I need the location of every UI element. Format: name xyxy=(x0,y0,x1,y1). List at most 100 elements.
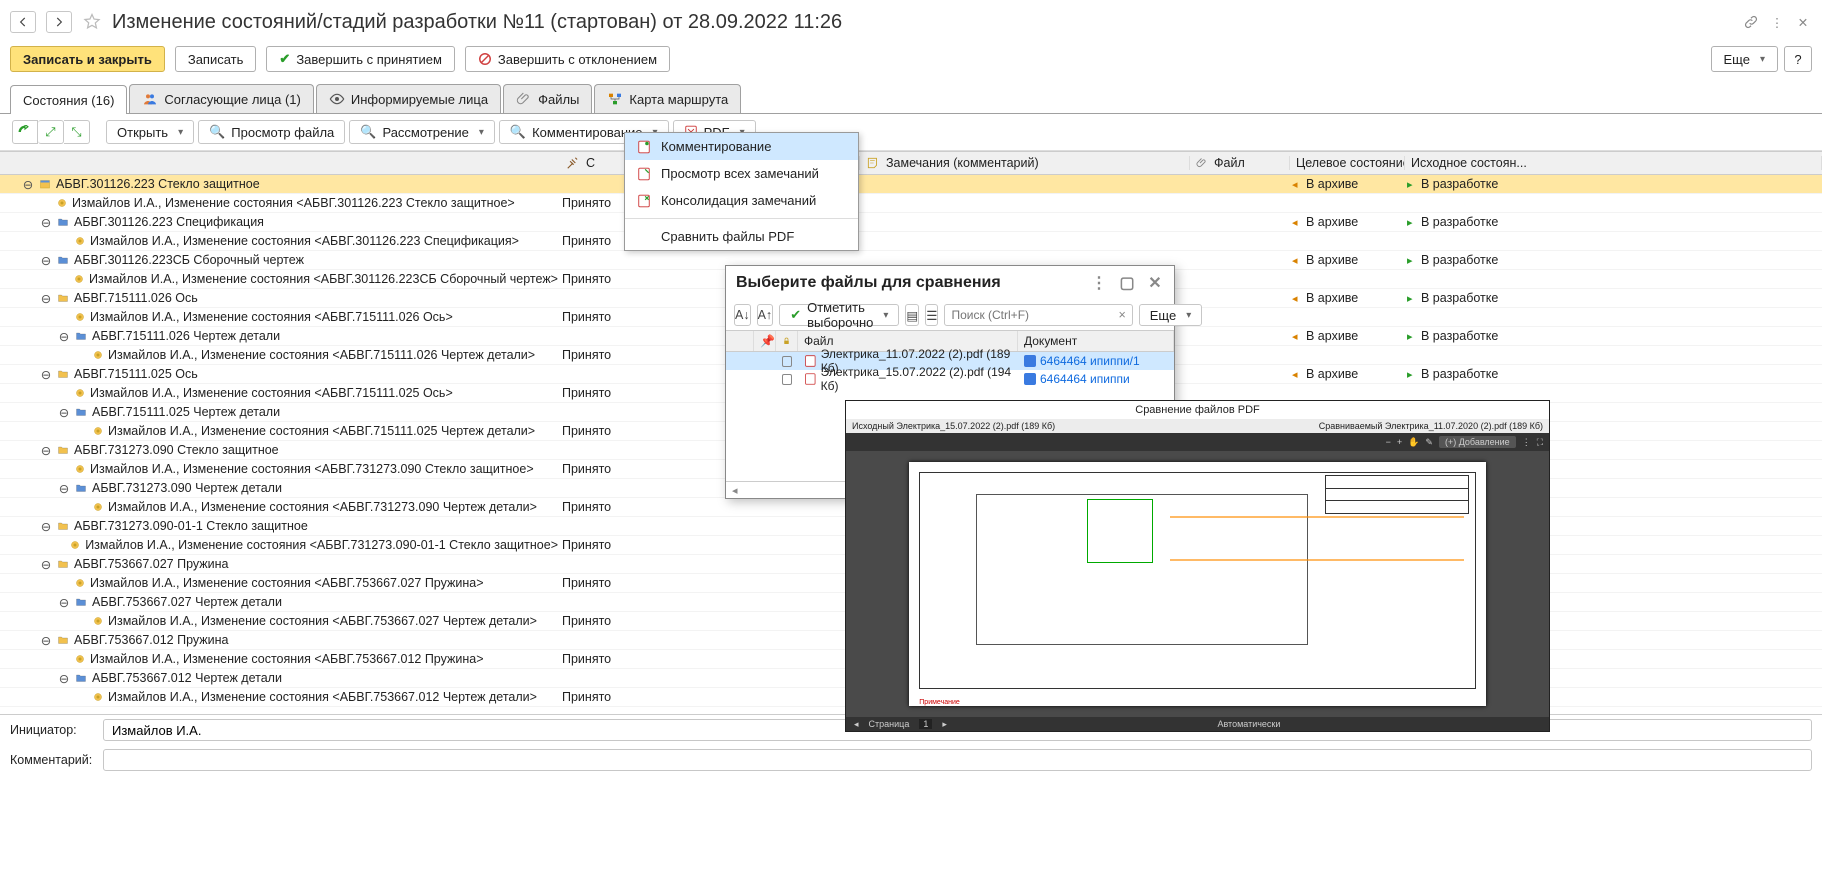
dlg-row-check[interactable] xyxy=(776,374,798,385)
expander-icon[interactable]: ⊖ xyxy=(58,671,70,686)
table-row[interactable]: ⊖АБВГ.301126.223 Спецификация◂ В архиве▸… xyxy=(0,213,1822,232)
dlg-search[interactable]: × xyxy=(944,304,1132,326)
cell-status: Принято xyxy=(560,614,860,628)
tab-files[interactable]: Файлы xyxy=(503,84,592,113)
note-icon xyxy=(866,156,880,170)
pdfcmp-title: Сравнение файлов PDF xyxy=(1135,404,1259,416)
approve-button[interactable]: ✔Завершить с принятием xyxy=(266,46,454,72)
save-button[interactable]: Записать xyxy=(175,46,257,72)
more-vert-icon[interactable]: ⋮ xyxy=(1768,13,1786,31)
expander-icon[interactable]: ⊖ xyxy=(58,481,70,496)
reject-button[interactable]: Завершить с отклонением xyxy=(465,46,670,72)
pdfcmp-prev-page[interactable]: ◂ xyxy=(854,719,859,730)
menu-view-all-remarks[interactable]: Просмотр всех замечаний xyxy=(625,160,858,187)
cell-source-state: ▸ В разработке xyxy=(1405,291,1822,305)
pdfcmp-add-button[interactable]: (+) Добавление xyxy=(1439,436,1516,448)
expander-icon[interactable]: ⊖ xyxy=(40,291,52,306)
expander-icon[interactable]: ⊖ xyxy=(40,367,52,382)
cell-status: Принято xyxy=(560,538,860,552)
refresh-button[interactable] xyxy=(12,120,38,144)
dlg-col-check[interactable] xyxy=(726,331,754,351)
menu-compare-pdf[interactable]: Сравнить файлы PDF xyxy=(625,223,858,250)
comment-field[interactable] xyxy=(103,749,1812,771)
expander-icon[interactable]: ⊖ xyxy=(22,177,34,192)
dlg-row[interactable]: Электрика_15.07.2022 (2).pdf (194 Кб) 64… xyxy=(726,370,1174,388)
pdfcmp-tool-more[interactable]: ⋮ xyxy=(1522,437,1531,448)
tree-collapse-button[interactable]: ⤡ xyxy=(64,120,90,144)
pdfcmp-page-num[interactable]: 1 xyxy=(919,719,932,729)
more-button[interactable]: Еще xyxy=(1711,46,1778,72)
favorite-icon[interactable] xyxy=(82,12,102,32)
close-icon[interactable]: ✕ xyxy=(1794,13,1812,31)
expander-icon[interactable]: ⊖ xyxy=(40,633,52,648)
pdfcmp-zoom-mode[interactable]: Автоматически xyxy=(1217,719,1280,729)
menu-commenting[interactable]: Комментирование xyxy=(625,133,858,160)
comment-label: Комментарий: xyxy=(10,753,95,767)
col-target-state[interactable]: Целевое состояние xyxy=(1290,156,1405,170)
back-button[interactable] xyxy=(10,11,36,33)
pdfcmp-tool-zoom-in[interactable]: + xyxy=(1397,437,1402,447)
expander-icon[interactable]: ⊖ xyxy=(40,443,52,458)
dlg-tree-view[interactable]: ☰ xyxy=(925,304,938,326)
table-row[interactable]: Измайлов И.А., Изменение состояния <АБВГ… xyxy=(0,194,1822,213)
table-row[interactable]: ⊖АБВГ.301126.223 Стекло защитное◂ В архи… xyxy=(0,175,1822,194)
col-remarks[interactable]: Замечания (комментарий) xyxy=(860,156,1190,170)
row-label: Измайлов И.А., Изменение состояния <АБВГ… xyxy=(108,348,535,362)
cell-target-state: ◂ В архиве xyxy=(1290,253,1405,267)
dlg-row-document[interactable]: 6464464 ипиппи xyxy=(1018,372,1174,386)
pdfcmp-page: Примечание xyxy=(909,462,1485,707)
tab-route[interactable]: Карта маршрута xyxy=(594,84,741,113)
dlg-scroll-left[interactable]: ◂ xyxy=(732,484,738,497)
pdfcmp-tool-zoom-out[interactable]: − xyxy=(1386,437,1391,447)
col-file[interactable]: Файл xyxy=(1190,156,1290,170)
dlg-mark-selective[interactable]: ✔Отметить выборочно xyxy=(779,304,899,326)
dlg-card-view[interactable]: ▤ xyxy=(905,304,919,326)
save-close-button[interactable]: Записать и закрыть xyxy=(10,46,165,72)
cell-target-state: ◂ В архиве xyxy=(1290,367,1405,381)
expander-icon[interactable]: ⊖ xyxy=(58,405,70,420)
dlg-col-doc[interactable]: Документ xyxy=(1018,331,1174,351)
expander-icon[interactable]: ⊖ xyxy=(58,329,70,344)
pdfcmp-tool-max[interactable]: ⛶ xyxy=(1537,437,1543,448)
tab-informed[interactable]: Информируемые лица xyxy=(316,84,501,113)
dlg-more-button[interactable]: Еще xyxy=(1139,304,1202,326)
row-label: Измайлов И.А., Изменение состояния <АБВГ… xyxy=(90,234,519,248)
table-row[interactable]: Измайлов И.А., Изменение состояния <АБВГ… xyxy=(0,232,1822,251)
open-button[interactable]: Открыть xyxy=(106,120,194,144)
pdfcmp-tool-pen[interactable]: ✎ xyxy=(1425,437,1433,448)
expander-icon[interactable]: ⊖ xyxy=(40,253,52,268)
dlg-row-check[interactable] xyxy=(776,356,798,367)
link-icon[interactable] xyxy=(1742,13,1760,31)
dlg-close-icon[interactable]: ✕ xyxy=(1146,274,1164,292)
forward-button[interactable] xyxy=(46,11,72,33)
dlg-sort-asc[interactable]: A↓ xyxy=(734,304,751,326)
dlg-detach-icon[interactable]: ▢ xyxy=(1118,274,1136,292)
dlg-col-pin[interactable]: 📌 xyxy=(754,331,776,351)
expander-icon[interactable]: ⊖ xyxy=(58,595,70,610)
dlg-more-icon[interactable]: ⋮ xyxy=(1090,274,1108,292)
expander-icon[interactable]: ⊖ xyxy=(40,519,52,534)
dlg-search-input[interactable] xyxy=(945,308,1112,322)
preview-button[interactable]: 🔍Просмотр файла xyxy=(198,120,345,144)
row-label: АБВГ.715111.025 Чертеж детали xyxy=(92,405,280,419)
tab-states[interactable]: Состояния (16) xyxy=(10,85,127,114)
tab-approvers[interactable]: Согласующие лица (1) xyxy=(129,84,313,113)
menu-consolidate[interactable]: Консолидация замечаний xyxy=(625,187,858,214)
row-label: Измайлов И.А., Изменение состояния <АБВГ… xyxy=(89,272,558,286)
pdfcmp-tool-hand[interactable]: ✋ xyxy=(1408,437,1419,448)
tree-expand-button[interactable]: ⤢ xyxy=(38,120,64,144)
col-source-state[interactable]: Исходное состоян... xyxy=(1405,156,1822,170)
pdfcmp-next-page[interactable]: ▸ xyxy=(942,719,947,730)
pdfcmp-drawing xyxy=(919,472,1475,690)
dlg-col-lock[interactable] xyxy=(776,331,798,351)
dlg-search-clear[interactable]: × xyxy=(1112,308,1131,322)
expander-icon[interactable]: ⊖ xyxy=(40,215,52,230)
comment-input[interactable] xyxy=(110,752,1805,769)
help-button[interactable]: ? xyxy=(1784,46,1812,72)
expander-icon[interactable]: ⊖ xyxy=(40,557,52,572)
row-label: АБВГ.731273.090-01-1 Стекло защитное xyxy=(74,519,308,533)
row-label: Измайлов И.А., Изменение состояния <АБВГ… xyxy=(108,614,537,628)
dlg-sort-desc[interactable]: A↑ xyxy=(757,304,774,326)
review-button[interactable]: 🔍Рассмотрение xyxy=(349,120,495,144)
dlg-row-document[interactable]: 6464464 ипиппи/1 xyxy=(1018,354,1174,368)
